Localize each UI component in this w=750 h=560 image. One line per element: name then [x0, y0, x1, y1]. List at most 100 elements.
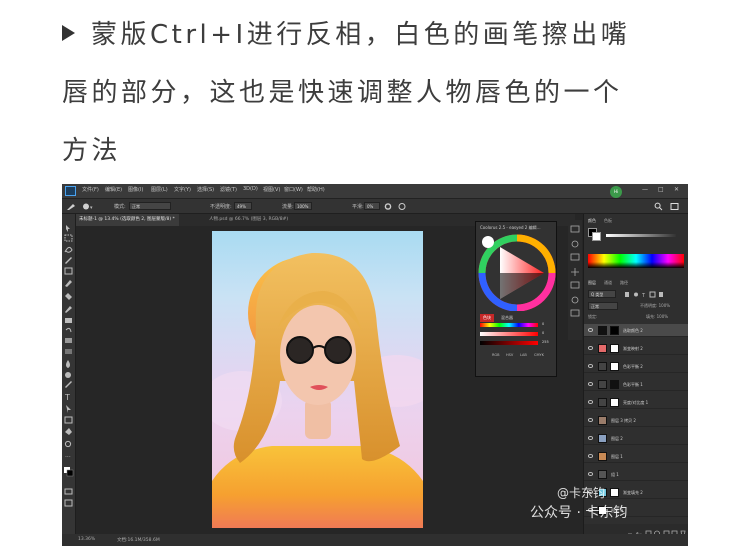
maximize-icon[interactable]: □: [658, 186, 664, 193]
menu-type[interactable]: 文字(Y): [174, 186, 191, 193]
history-brush-icon: [65, 327, 72, 333]
flow-field[interactable]: 100%: [294, 202, 312, 210]
document-canvas[interactable]: [212, 231, 423, 528]
visibility-eye-icon[interactable]: [588, 454, 593, 458]
layer-mask-thumbnail: [610, 326, 619, 335]
visibility-eye-icon[interactable]: [588, 418, 593, 422]
portrait-artwork: [212, 252, 423, 528]
gray-slider[interactable]: [606, 234, 676, 237]
tab-person-psd[interactable]: 人物.psd @ 66.7% (图层 3, RGB/8#): [205, 214, 292, 226]
mode-hsv[interactable]: HSV: [506, 353, 513, 357]
bg-swatch[interactable]: [592, 232, 601, 241]
photoshop-logo-icon[interactable]: [65, 186, 76, 196]
layer-row[interactable]: 选取颜色 2: [584, 324, 688, 337]
tab-paths[interactable]: 路径: [620, 280, 628, 286]
menu-layer[interactable]: 图层(L): [151, 186, 168, 193]
menu-image[interactable]: 图像(I): [128, 186, 143, 193]
zoom-level[interactable]: 13.36%: [78, 537, 95, 542]
caption-line-3: 方法: [62, 136, 122, 166]
brush-icon: [65, 306, 72, 313]
more-tools-icon: ···: [65, 454, 71, 461]
svg-text:T: T: [641, 293, 646, 299]
search-icon[interactable]: [654, 202, 663, 211]
menu-select[interactable]: 选择(S): [197, 186, 214, 193]
layer-row[interactable]: 色彩平衡 1: [584, 378, 688, 391]
layer-name: 渐变映射 2: [623, 346, 643, 351]
menu-3d[interactable]: 3D(D): [243, 186, 258, 192]
visibility-eye-icon[interactable]: [588, 400, 593, 404]
bullet-arrow-icon: [62, 25, 75, 41]
layer-row[interactable]: 图层 2: [584, 432, 688, 445]
visibility-eye-icon[interactable]: [588, 382, 593, 386]
layer-opacity[interactable]: 不透明度: 100%: [640, 303, 670, 309]
settings-gear-icon[interactable]: [384, 202, 392, 211]
menu-window[interactable]: 窗口(W): [284, 186, 303, 193]
tab-untitled-1[interactable]: 未标题-1 @ 13.4% (选取颜色 2, 图层蒙版/8) *: [75, 214, 179, 226]
layers-footer: fx: [584, 524, 688, 539]
status-bar: 13.36% 文档:16.1M/358.6M: [62, 534, 688, 546]
hue-slider[interactable]: [480, 323, 538, 327]
brush-preset-icon[interactable]: ▾: [82, 202, 96, 211]
brush-tool-icon[interactable]: [66, 202, 76, 211]
dodge-icon: [65, 372, 71, 378]
tab-swatches-panel[interactable]: 色板: [604, 218, 612, 224]
layer-thumbnail: [598, 470, 607, 479]
visibility-eye-icon[interactable]: [588, 436, 593, 440]
blend-mode-select[interactable]: 正常: [588, 302, 618, 310]
layer-row[interactable]: 组 1: [584, 468, 688, 481]
tools-panel: T ···: [62, 214, 76, 534]
marquee-tool-icon: [64, 234, 73, 242]
visibility-eye-icon[interactable]: [588, 364, 593, 368]
layer-row[interactable]: 渐变映射 2: [584, 342, 688, 355]
user-avatar[interactable]: Hi: [610, 186, 622, 198]
saturation-slider[interactable]: [480, 332, 538, 336]
menu-view[interactable]: 视图(V): [263, 186, 280, 193]
layer-row[interactable]: 图层 3 拷贝 2: [584, 414, 688, 427]
layer-name: 渐变填充 2: [623, 490, 643, 495]
menu-file[interactable]: 文件(F): [82, 186, 99, 193]
layer-row[interactable]: 色彩平衡 2: [584, 360, 688, 373]
workspace-icon[interactable]: [670, 202, 679, 211]
mode-cmyk[interactable]: CMYK: [534, 353, 544, 357]
smoothing-label: 平滑:: [352, 204, 364, 210]
visibility-eye-icon[interactable]: [588, 328, 593, 332]
mode-select[interactable]: 正常: [129, 202, 171, 210]
minimize-icon[interactable]: —: [642, 186, 648, 193]
tab-mixer[interactable]: 混合器: [498, 314, 516, 322]
caption-text: 蒙版Ctrl+I进行反相，白色的画笔擦出嘴 唇的部分，这也是快速调整人物唇色的一…: [62, 6, 702, 180]
mode-rgb[interactable]: RGB: [492, 353, 500, 357]
layer-fill[interactable]: 填充: 100%: [646, 314, 668, 320]
caption-line-2: 唇的部分，这也是快速调整人物唇色的一个: [62, 78, 623, 108]
menu-help[interactable]: 帮助(H): [307, 186, 325, 193]
close-icon[interactable]: ✕: [674, 186, 679, 193]
mode-lab[interactable]: LAB: [520, 353, 527, 357]
tab-swatches[interactable]: 色块: [480, 314, 494, 322]
coolorus-color-panel: Coolorus 2.5 - easyed 2 编辑… 色块 混合器 0 0 2…: [475, 221, 557, 377]
svg-text:▾: ▾: [90, 205, 93, 211]
menu-edit[interactable]: 编辑(E): [105, 186, 122, 193]
visibility-eye-icon[interactable]: [588, 472, 593, 476]
tab-layers[interactable]: 图层: [588, 280, 596, 286]
tab-color[interactable]: 颜色: [588, 218, 596, 224]
value-3[interactable]: 255: [542, 340, 549, 344]
layer-name: 组 1: [611, 472, 619, 477]
layer-row[interactable]: 图层 1: [584, 450, 688, 463]
layer-thumbnail: [598, 362, 607, 371]
value-2[interactable]: 0: [542, 331, 544, 335]
tab-channels[interactable]: 通道: [604, 280, 612, 286]
visibility-eye-icon[interactable]: [588, 346, 593, 350]
menu-filter[interactable]: 滤镜(T): [220, 186, 237, 193]
options-bar: ▾ 模式: 正常 不透明度: 49% 流量: 100% 平滑: 0%: [62, 198, 688, 214]
smoothing-field[interactable]: 0%: [364, 202, 380, 210]
shape-tool-icon: [64, 416, 73, 424]
value-1[interactable]: 0: [542, 322, 544, 326]
panel-icons[interactable]: [568, 220, 582, 340]
opacity-field[interactable]: 49%: [234, 202, 252, 210]
layer-filter-select[interactable]: Q 类型: [588, 290, 616, 298]
pressure-icon[interactable]: [398, 202, 406, 211]
brightness-slider[interactable]: [480, 341, 538, 345]
layer-filter-icons[interactable]: T: [624, 291, 674, 299]
layer-row[interactable]: 亮度/对比度 1: [584, 396, 688, 409]
tool-icons[interactable]: T ···: [62, 214, 75, 534]
color-wheel[interactable]: [478, 233, 556, 311]
